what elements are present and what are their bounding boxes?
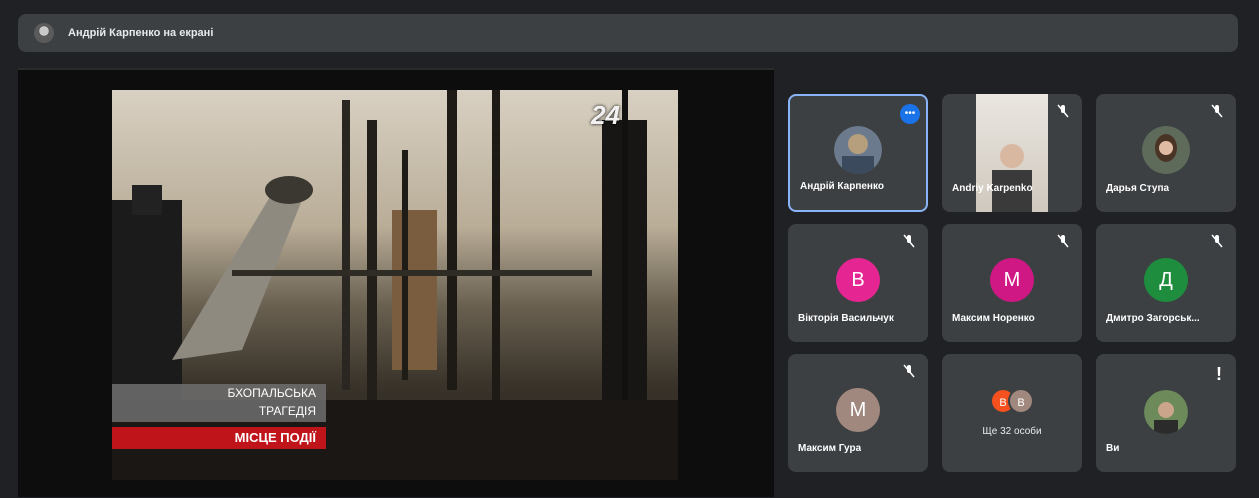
avatar xyxy=(1142,126,1190,174)
mic-off-icon xyxy=(903,234,915,248)
avatar: М xyxy=(836,388,880,432)
participant-name: Дарья Ступа xyxy=(1106,183,1170,194)
presenter-bar: Андрій Карпенко на екрані xyxy=(18,14,1238,52)
participant-tile-darya-stupa[interactable]: Дарья Ступа xyxy=(1096,94,1236,212)
participant-name: Ви xyxy=(1106,443,1120,454)
participant-name: Дмитро Загорськ... xyxy=(1106,313,1200,324)
avatar: Д xyxy=(1144,258,1188,302)
participant-name: Андрій Карпенко xyxy=(800,181,884,192)
mic-off-icon xyxy=(903,364,915,378)
shared-screen[interactable]: 24 БХОПАЛЬСЬКА ТРАГЕДІЯ МІСЦЕ ПОДІЇ xyxy=(18,68,774,497)
channel-logo: 24 xyxy=(591,100,620,130)
shared-video: 24 БХОПАЛЬСЬКА ТРАГЕДІЯ МІСЦЕ ПОДІЇ xyxy=(112,90,678,480)
participant-tile-andrii-karpenko[interactable]: ••• Андрій Карпенко xyxy=(788,94,928,212)
mic-off-icon xyxy=(1211,234,1223,248)
avatar xyxy=(834,126,882,174)
camera-feed xyxy=(976,94,1048,212)
more-participants-label: Ще 32 особи xyxy=(982,426,1042,437)
caption-red-label: МІСЦЕ ПОДІЇ xyxy=(112,427,326,449)
participant-tile-maksym-hura[interactable]: М Максим Гура xyxy=(788,354,928,472)
audio-wave-icon: ••• xyxy=(900,104,920,124)
structure-left xyxy=(112,200,182,400)
presenter-avatar xyxy=(34,23,54,43)
participant-name: Максим Норенко xyxy=(952,313,1035,324)
avatar xyxy=(1144,390,1188,434)
avatar: В xyxy=(836,258,880,302)
avatar: М xyxy=(990,258,1034,302)
participant-tile-dmytro-zahorsk[interactable]: Д Дмитро Загорськ... xyxy=(1096,224,1236,342)
caption-line-2: ТРАГЕДІЯ xyxy=(258,404,316,418)
more-participants-avatars: В В xyxy=(990,388,1034,414)
mic-off-icon xyxy=(1211,104,1223,118)
participant-name: Максим Гура xyxy=(798,443,862,454)
mic-off-icon xyxy=(1057,234,1069,248)
participant-tile-you[interactable]: ! Ви xyxy=(1096,354,1236,472)
participant-tile-maksym-norenko[interactable]: М Максим Норенко xyxy=(942,224,1082,342)
mic-off-icon xyxy=(1057,104,1069,118)
presenter-title: Андрій Карпенко на екрані xyxy=(68,27,214,39)
participant-tile-viktoriia-vasylchuk[interactable]: В Вікторія Васильчук xyxy=(788,224,928,342)
caption-line-1: БХОПАЛЬСЬКА xyxy=(227,386,316,400)
participant-name: Andriy Karpenko xyxy=(952,183,1033,194)
caption-box: БХОПАЛЬСЬКА ТРАГЕДІЯ xyxy=(112,384,326,422)
tower xyxy=(392,210,437,370)
participant-name: Вікторія Васильчук xyxy=(798,313,894,324)
exclamation-icon: ! xyxy=(1216,364,1222,384)
mini-avatar: В xyxy=(1008,388,1034,414)
participant-tile-andriy-karpenko[interactable]: Andriy Karpenko xyxy=(942,94,1082,212)
more-participants-tile[interactable]: В В Ще 32 особи xyxy=(942,354,1082,472)
pipe xyxy=(342,100,350,390)
